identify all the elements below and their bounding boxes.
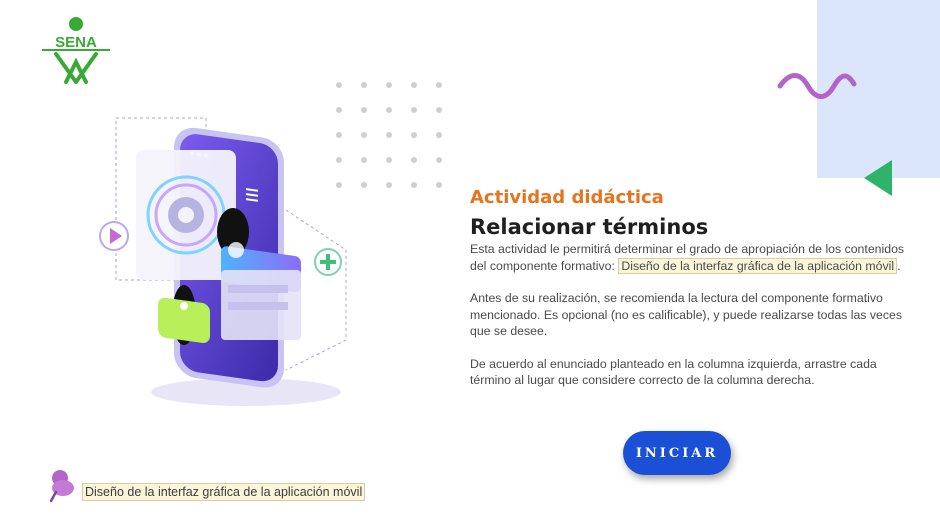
intro-paragraph: Esta actividad le permitirá determinar e…	[470, 241, 910, 274]
activity-kicker: Actividad didáctica	[470, 187, 664, 208]
start-button[interactable]: INICIAR	[623, 431, 731, 475]
footer: Diseño de la interfaz gráfica de la apli…	[48, 468, 366, 502]
sena-logo: SENA	[42, 17, 110, 84]
recommendation-paragraph: Antes de su realización, se recomienda l…	[470, 291, 902, 338]
mobile-app-illustration	[99, 117, 347, 406]
component-link[interactable]: Diseño de la interfaz gráfica de la apli…	[82, 483, 366, 501]
activity-content: Actividad didáctica Relacionar términos …	[470, 186, 910, 389]
pushpin-icon	[49, 470, 74, 502]
logo-text: SENA	[55, 34, 97, 51]
page-title: Relacionar términos	[470, 215, 709, 239]
instructions-paragraph: De acuerdo al enunciado planteado en la …	[470, 356, 877, 388]
wave-decoration-icon	[777, 73, 857, 99]
intro-suffix: .	[897, 258, 901, 273]
component-name-highlight: Diseño de la interfaz gráfica de la apli…	[618, 257, 898, 274]
